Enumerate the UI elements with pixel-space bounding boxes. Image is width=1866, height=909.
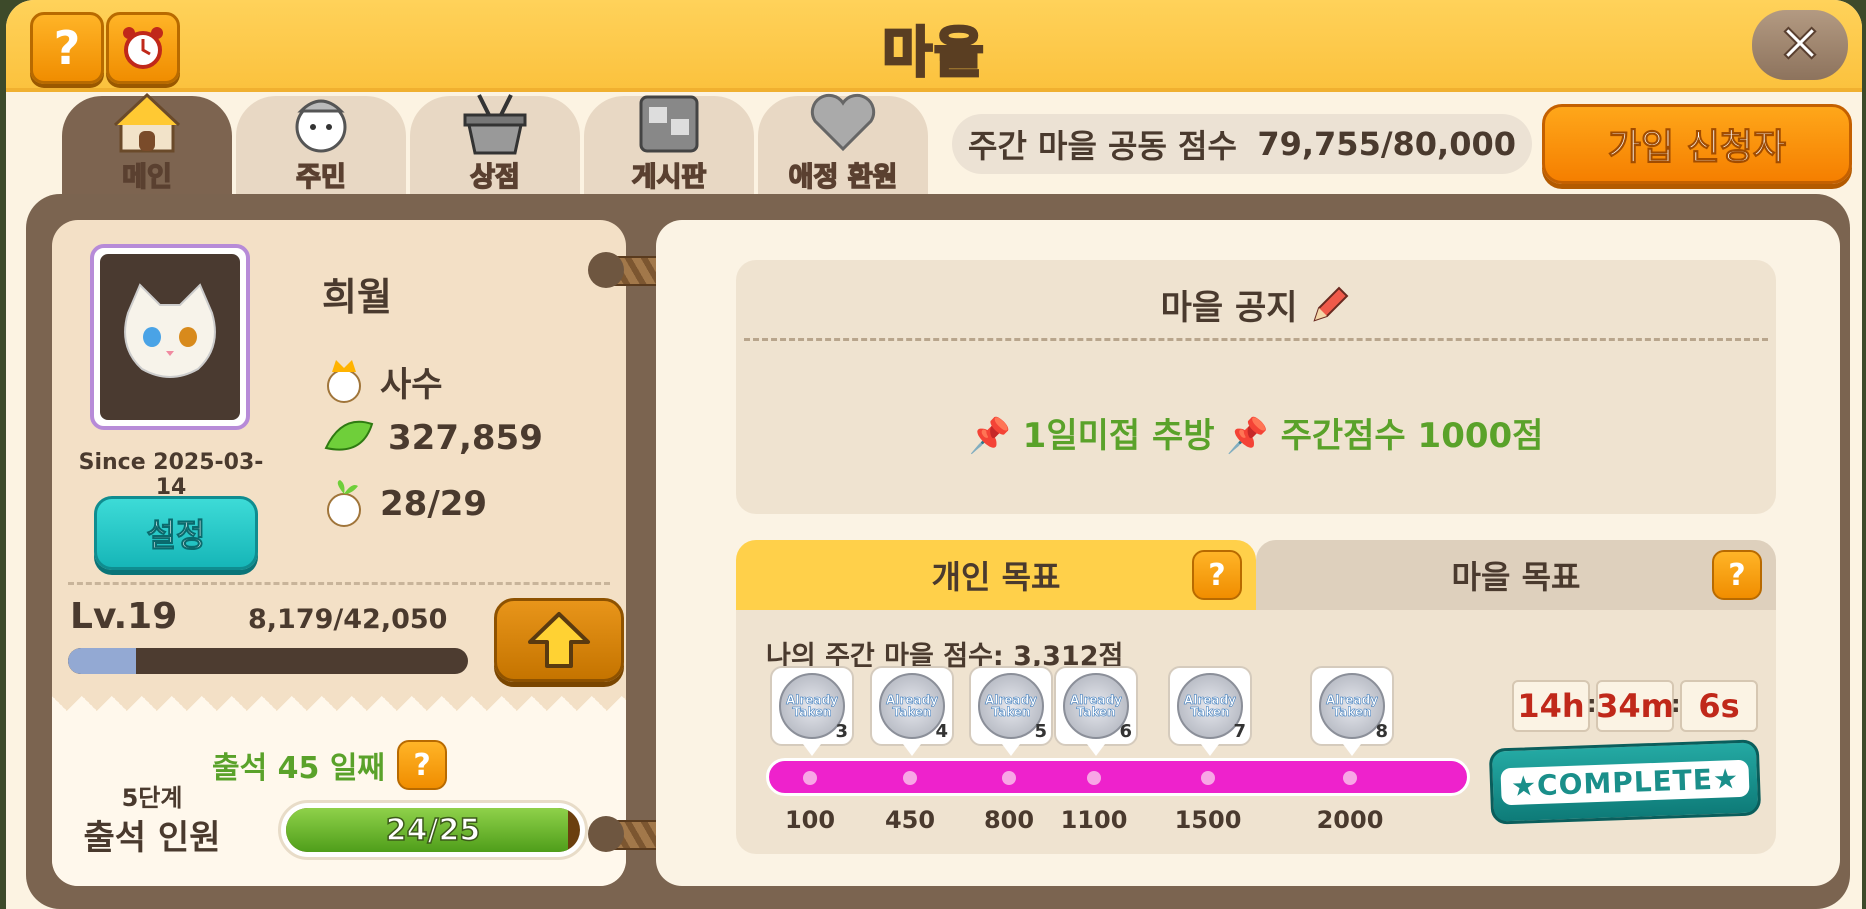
tab-label: 주민 bbox=[295, 161, 346, 194]
since-date: Since 2025-03-14 bbox=[78, 450, 264, 500]
close-icon: ✕ bbox=[1777, 14, 1823, 76]
milestone-value: 1500 bbox=[1174, 806, 1242, 834]
milestone-dot bbox=[1343, 771, 1357, 785]
weekly-score-label: 주간 마을 공동 점수 bbox=[968, 127, 1237, 165]
attendance-help-button[interactable]: ? bbox=[397, 740, 448, 790]
milestone-dot bbox=[1002, 771, 1016, 785]
role-text: 사수 bbox=[380, 364, 443, 405]
attendance-bar: 24/25 bbox=[278, 800, 588, 860]
arrow-up-icon bbox=[528, 612, 590, 668]
milestone-number: 3 bbox=[835, 721, 848, 742]
timer-minutes: 34m bbox=[1596, 680, 1674, 732]
tab-label: 마을 목표 bbox=[1451, 558, 1581, 596]
tab-label: 개인 목표 bbox=[931, 558, 1061, 596]
exp-bar bbox=[68, 648, 468, 674]
milestone-dot bbox=[903, 771, 917, 785]
milestone-value: 1100 bbox=[1060, 806, 1128, 834]
village-notice: 마을 공지 📌 1일미접 추방 📌 주간점수 1000점 bbox=[736, 260, 1776, 514]
leaves-count: 327,859 bbox=[388, 418, 543, 458]
crown-villager-icon bbox=[327, 360, 361, 403]
milestone-value: 2000 bbox=[1316, 806, 1384, 834]
notice-title: 마을 공지 bbox=[1160, 288, 1298, 328]
profile-panel: Since 2025-03-14 설정 희월 사수 327,859 28/29 … bbox=[52, 220, 626, 886]
milestone-track bbox=[766, 758, 1470, 796]
tab-main[interactable]: 메인 bbox=[62, 92, 232, 196]
milestone-badge[interactable]: Already Taken 6 bbox=[1054, 666, 1138, 756]
tab-villagers[interactable]: 주민 bbox=[236, 96, 406, 196]
tab-affection[interactable]: 애정 환원 bbox=[758, 93, 928, 196]
leaves-row: 327,859 bbox=[322, 418, 543, 458]
milestone-badge[interactable]: Already Taken 4 bbox=[870, 666, 954, 756]
village-goal-help-button[interactable]: ? bbox=[1712, 550, 1762, 600]
weekly-score-value: 79,755/80,000 bbox=[1257, 125, 1516, 163]
pencil-icon[interactable] bbox=[1309, 284, 1351, 335]
milestone-number: 6 bbox=[1119, 721, 1132, 742]
attendance-stage: 5단계 bbox=[121, 784, 183, 812]
tab-board[interactable]: 게시판 bbox=[584, 95, 754, 196]
attendance-value: 24/25 bbox=[385, 812, 481, 849]
attendance-days: 출석 45 일째 ? bbox=[212, 740, 448, 790]
attendance-days-text: 출석 45 일째 bbox=[212, 751, 386, 786]
milestone-dot bbox=[1201, 771, 1215, 785]
basket-icon bbox=[455, 89, 535, 155]
avatar[interactable] bbox=[90, 244, 250, 430]
goal-body: 나의 주간 마을 점수: 3,312점 Already Taken 3 100 Alr… bbox=[736, 610, 1776, 854]
tab-shop[interactable]: 상점 bbox=[410, 94, 580, 196]
complete-text: ★COMPLETE★ bbox=[1500, 759, 1750, 805]
zigzag-divider bbox=[52, 696, 626, 726]
milestone-badge[interactable]: Already Taken 7 bbox=[1168, 666, 1252, 756]
notice-text: 📌 1일미접 추방 📌 주간점수 1000점 bbox=[968, 416, 1544, 456]
page-title: 마을 bbox=[881, 20, 986, 86]
tab-label: 애정 환원 bbox=[788, 161, 898, 194]
milestone-value: 800 bbox=[983, 806, 1035, 834]
player-name: 희월 bbox=[322, 275, 392, 319]
tab-label: 상점 bbox=[469, 161, 520, 194]
exp-bar-fill bbox=[68, 648, 136, 674]
timer-hours: 14h bbox=[1512, 680, 1590, 732]
divider bbox=[68, 582, 610, 585]
settings-button[interactable]: 설정 bbox=[94, 496, 258, 570]
goal-tabs: 개인 목표 ? 마을 목표 ? bbox=[736, 540, 1776, 610]
milestone-dot bbox=[1087, 771, 1101, 785]
sprout-villager-icon bbox=[327, 480, 361, 527]
info-panel: 마을 공지 📌 1일미접 추방 📌 주간점수 1000점 개인 목표 ? 마을 … bbox=[656, 220, 1840, 886]
level-up-button[interactable] bbox=[494, 598, 624, 682]
personal-goal-help-button[interactable]: ? bbox=[1192, 550, 1242, 600]
milestone-badge[interactable]: Already Taken 8 bbox=[1310, 666, 1394, 756]
applicants-button[interactable]: 가입 신청자 bbox=[1542, 104, 1852, 184]
heart-icon bbox=[803, 89, 883, 155]
cat-avatar-icon bbox=[124, 283, 216, 378]
notice-divider bbox=[744, 338, 1768, 341]
notice-title-row: 마을 공지 bbox=[736, 280, 1776, 335]
exp-text: 8,179/42,050 bbox=[248, 604, 448, 635]
villager-icon bbox=[281, 89, 361, 155]
timer-seconds: 6s bbox=[1680, 680, 1758, 732]
level-label: Lv.19 bbox=[70, 596, 178, 637]
tab-village-goal[interactable]: 마을 목표 ? bbox=[1256, 540, 1776, 610]
weekly-score-pill: 주간 마을 공동 점수 79,755/80,000 bbox=[952, 114, 1532, 174]
title-bar: ? 마을 ✕ bbox=[6, 0, 1862, 92]
milestone-value: 450 bbox=[884, 806, 936, 834]
close-button[interactable]: ✕ bbox=[1752, 10, 1848, 80]
milestone-number: 4 bbox=[935, 721, 948, 742]
milestone-badge[interactable]: Already Taken 3 bbox=[770, 666, 854, 756]
milestone-dot bbox=[803, 771, 817, 785]
milestone-number: 5 bbox=[1034, 721, 1047, 742]
role-row: 사수 bbox=[322, 356, 443, 406]
milestone-badge[interactable]: Already Taken 5 bbox=[969, 666, 1053, 756]
house-icon bbox=[107, 89, 187, 155]
board-icon bbox=[629, 89, 709, 155]
tab-label: 게시판 bbox=[631, 161, 707, 194]
milestone-number: 7 bbox=[1233, 721, 1246, 742]
leaf-icon bbox=[324, 420, 374, 451]
members-row: 28/29 bbox=[322, 478, 487, 530]
milestone-number: 8 bbox=[1375, 721, 1388, 742]
complete-stamp: ★COMPLETE★ bbox=[1488, 739, 1762, 825]
attendance-label: 출석 인원 bbox=[83, 818, 221, 858]
tab-personal-goal[interactable]: 개인 목표 ? bbox=[736, 540, 1256, 610]
milestone-value: 100 bbox=[784, 806, 836, 834]
tab-label: 메인 bbox=[121, 161, 172, 194]
members-count: 28/29 bbox=[380, 484, 488, 524]
